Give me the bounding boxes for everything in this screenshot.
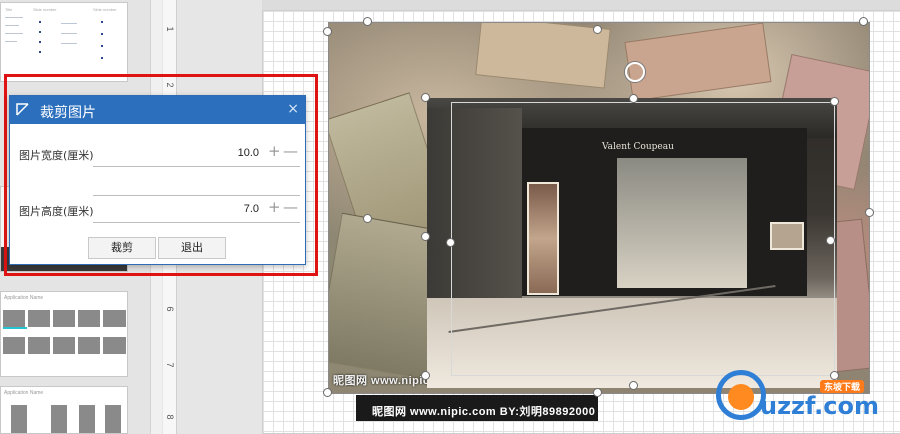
store-poster	[527, 182, 559, 295]
slide-thumbnail-1[interactable]: Title Slide number Slide number	[0, 2, 128, 82]
thumb1-row	[5, 33, 23, 34]
resize-handle[interactable]	[826, 236, 835, 245]
field-separator	[93, 195, 300, 196]
thumb1-row	[5, 17, 23, 18]
thumb3-tile	[53, 337, 75, 354]
store-picture[interactable]: Valent Coupeau	[427, 98, 837, 388]
thumb3-tile	[3, 337, 25, 354]
resize-handle[interactable]	[629, 94, 638, 103]
resize-handle[interactable]	[421, 232, 430, 241]
thumb1-row	[61, 23, 77, 24]
store-watermark-caption: 昵图网 www.nipic.com BY:刘明89892000	[372, 406, 596, 418]
close-icon[interactable]: ×	[287, 101, 299, 117]
width-value[interactable]: 10.0	[238, 147, 259, 159]
resize-handle[interactable]	[629, 381, 638, 390]
thumb1-marker	[101, 45, 103, 47]
resize-handle[interactable]	[593, 25, 602, 34]
thumb1-col-title: Title	[5, 7, 13, 12]
thumb1-row	[5, 25, 19, 26]
thumb3-tile	[103, 337, 126, 354]
store-left-wall	[427, 108, 522, 308]
store-interior	[617, 158, 747, 288]
thumb1-marker	[39, 51, 41, 53]
banknote-shape	[475, 22, 611, 89]
store-sign-text: Valent Coupeau	[602, 142, 674, 152]
thumb4-tile	[105, 405, 121, 433]
thumb1-marker	[39, 31, 41, 33]
resize-handle[interactable]	[446, 238, 455, 247]
thumb3-tile	[3, 310, 25, 327]
ruler-number: 6	[165, 306, 175, 312]
ruler-number: 8	[165, 414, 175, 420]
resize-handle[interactable]	[859, 17, 868, 26]
crop-icon	[16, 103, 29, 116]
rotate-handle-icon[interactable]	[625, 62, 645, 82]
resize-handle[interactable]	[421, 371, 430, 380]
resize-handle[interactable]	[593, 388, 602, 397]
logo-wordmark: uzzf.com	[760, 392, 879, 420]
thumb1-row	[5, 41, 17, 42]
thumb4-header: Application Name	[4, 390, 44, 396]
thumb3-tile	[28, 310, 50, 327]
thumb1-col-title: Slide number	[93, 7, 117, 12]
crop-picture-dialog: 裁剪图片 × 图片宽度(厘米) 10.0 + — 图片高度(厘米) 7.0 + …	[9, 95, 306, 265]
thumb1-marker	[39, 21, 41, 23]
resize-handle[interactable]	[323, 27, 332, 36]
thumb4-tile	[51, 405, 67, 433]
store-poster-small	[770, 222, 804, 250]
width-label: 图片宽度(厘米)	[19, 149, 94, 162]
slide-top-strip	[262, 0, 900, 10]
thumb1-marker	[101, 57, 103, 59]
resize-handle[interactable]	[323, 388, 332, 397]
width-field-underline	[93, 166, 300, 167]
thumb3-tile	[53, 310, 75, 327]
height-increase-icon[interactable]: +	[268, 198, 281, 216]
height-decrease-icon[interactable]: —	[283, 198, 298, 216]
height-value[interactable]: 7.0	[244, 203, 259, 215]
thumb4-tile	[11, 405, 27, 433]
thumb1-marker	[101, 33, 103, 35]
thumb3-selection-bar	[3, 327, 27, 329]
width-decrease-icon[interactable]: —	[283, 142, 298, 160]
crop-button[interactable]: 裁剪	[88, 237, 156, 259]
resize-handle[interactable]	[363, 17, 372, 26]
thumb1-row	[61, 43, 77, 44]
thumb3-tile	[28, 337, 50, 354]
thumb1-row	[61, 33, 77, 34]
thumb4-tile	[79, 405, 95, 433]
thumb3-tile	[103, 310, 126, 327]
height-field-underline	[93, 222, 300, 223]
uzzf-watermark-logo: 东坡下载 uzzf.com	[716, 370, 896, 424]
dialog-title: 裁剪图片	[40, 105, 96, 121]
resize-handle[interactable]	[865, 208, 874, 217]
thumb3-tile	[78, 310, 100, 327]
slide-thumbnail-3[interactable]: Application Name	[0, 291, 128, 377]
thumb1-marker	[101, 21, 103, 23]
resize-handle[interactable]	[421, 93, 430, 102]
thumb3-tile	[78, 337, 100, 354]
thumb1-col-title: Slide number	[33, 7, 57, 12]
thumb1-marker	[39, 41, 41, 43]
ruler-number: 1	[165, 26, 175, 32]
ruler-number: 7	[165, 362, 175, 368]
resize-handle[interactable]	[830, 97, 839, 106]
exit-button[interactable]: 退出	[158, 237, 226, 259]
thumb3-header: Application Name	[4, 295, 44, 301]
banknote-shape	[624, 22, 772, 102]
slide-thumbnail-4[interactable]: Application Name	[0, 386, 128, 434]
width-increase-icon[interactable]: +	[268, 142, 281, 160]
logo-core-icon	[728, 384, 754, 410]
height-label: 图片高度(厘米)	[19, 205, 94, 218]
resize-handle[interactable]	[363, 214, 372, 223]
dialog-title-bar[interactable]: 裁剪图片 ×	[10, 96, 305, 124]
